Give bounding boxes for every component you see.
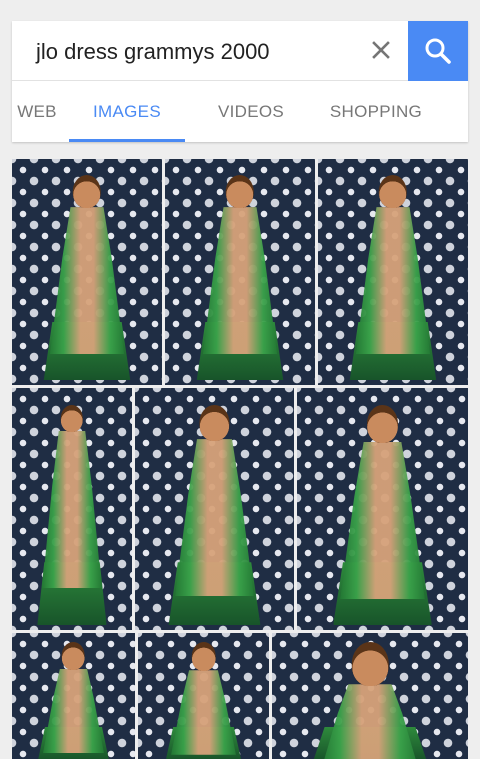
tab-web[interactable]: WEB [12,81,70,142]
green-dress [321,684,419,759]
tab-images[interactable]: IMAGES [69,81,185,142]
image-result-4[interactable] [12,388,132,630]
tabs-overflow-fade [442,81,468,142]
green-dress [340,441,425,599]
green-dress [355,207,431,354]
person-head [72,174,102,209]
search-icon [425,38,451,64]
person-head [225,174,255,209]
green-dress [171,670,236,755]
dress-photo [333,388,432,630]
search-card: jlo dress grammys 2000 WEB IMAGES VIDEOS… [12,21,468,142]
image-result-9[interactable] [272,633,468,759]
image-result-3[interactable] [318,159,468,385]
dress-photo [37,388,107,630]
dress-photo [313,633,427,759]
person-head [191,642,216,672]
dress-photo [37,633,110,759]
search-button[interactable] [408,21,468,81]
image-result-7[interactable] [12,633,135,759]
image-result-6[interactable] [297,388,468,630]
green-dress [202,207,278,354]
dress-photo [43,159,131,385]
image-result-8[interactable] [138,633,269,759]
person-head [366,404,399,444]
person-head [378,174,408,209]
image-result-1[interactable] [12,159,162,385]
person-head [60,404,84,432]
person-head [199,404,230,441]
search-tabs: WEB IMAGES VIDEOS SHOPPING [12,81,468,142]
image-result-2[interactable] [165,159,315,385]
dress-photo [168,388,261,630]
dress-photo [349,159,437,385]
green-dress [175,439,254,597]
dress-photo [165,633,242,759]
green-dress [43,668,104,754]
image-result-5[interactable] [135,388,294,630]
person-head [351,642,389,687]
close-icon [372,41,390,59]
search-input[interactable]: jlo dress grammys 2000 [36,39,270,65]
green-dress [49,207,125,354]
tab-videos[interactable]: VIDEOS [194,81,308,142]
green-dress [42,430,102,589]
tab-shopping[interactable]: SHOPPING [312,81,440,142]
search-bar: jlo dress grammys 2000 [12,21,468,81]
dress-photo [196,159,284,385]
clear-button[interactable] [364,33,398,67]
active-tab-indicator [69,139,185,142]
person-head [61,642,85,670]
